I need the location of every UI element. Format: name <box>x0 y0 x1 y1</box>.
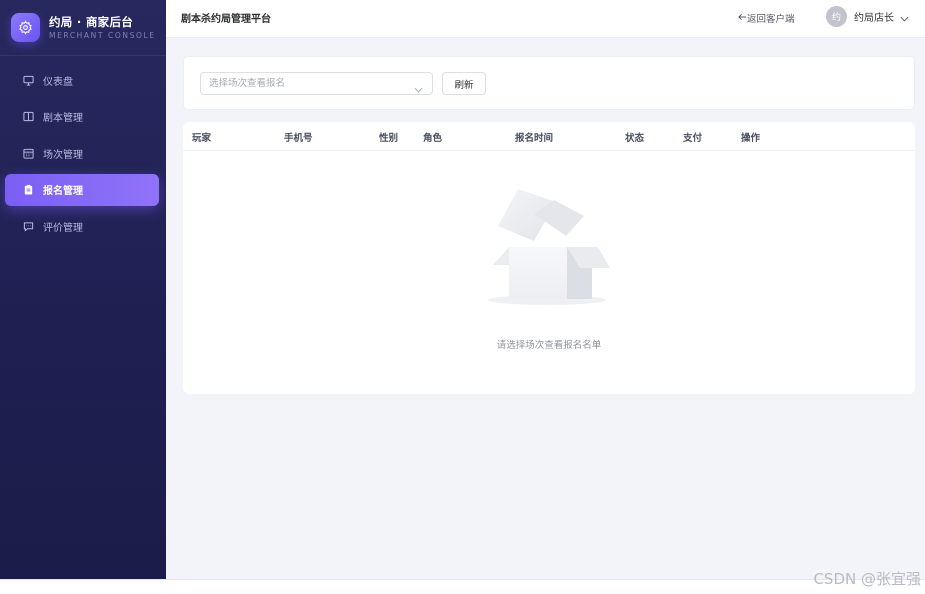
sidebar-item-label: 剧本管理 <box>43 113 83 124</box>
sidebar-item-label: 报名管理 <box>43 186 83 197</box>
avatar: 约 <box>826 6 847 27</box>
column-header-phone: 手机号 <box>284 133 313 144</box>
sidebar-item-label: 场次管理 <box>43 149 83 161</box>
gear-icon <box>11 13 40 42</box>
column-header-payment: 支付 <box>683 133 703 144</box>
session-select-placeholder: 选择场次查看报名 <box>209 78 286 89</box>
calendar-icon <box>22 147 34 159</box>
sidebar: 约局 · 商家后台 MERCHANT CONSOLE 仪表盘 剧本管理 场次管理… <box>0 0 166 579</box>
column-header-status: 状态 <box>625 133 645 144</box>
sidebar-item-dashboard[interactable]: 仪表盘 <box>5 64 159 96</box>
sidebar-nav: 仪表盘 剧本管理 场次管理 报名管理 评价管理 <box>0 64 166 242</box>
arrow-left-icon <box>738 13 747 24</box>
session-select[interactable]: 选择场次查看报名 <box>200 72 433 95</box>
top-header: 剧本杀约局管理平台 返回客户端 约 约局店长 <box>166 0 925 38</box>
column-header-signup-time: 报名时间 <box>515 133 554 144</box>
watermark: CSDN @张宜强 <box>813 570 921 588</box>
book-icon <box>22 111 34 123</box>
chat-icon <box>22 220 34 232</box>
registrations-table: 玩家 手机号 性别 角色 报名时间 状态 支付 操作 请选择场次查看报名名单 <box>183 122 915 394</box>
user-name: 约局店长 <box>854 13 894 24</box>
sidebar-item-sessions[interactable]: 场次管理 <box>5 137 159 169</box>
column-header-actions: 操作 <box>741 133 761 144</box>
filter-card: 选择场次查看报名 刷新 <box>183 56 915 110</box>
column-header-player: 玩家 <box>192 133 212 144</box>
back-link-label: 返回客户端 <box>747 14 795 25</box>
refresh-button[interactable]: 刷新 <box>442 72 486 95</box>
clipboard-icon <box>22 184 34 196</box>
sidebar-item-label: 评价管理 <box>43 222 83 234</box>
monitor-icon <box>22 74 34 86</box>
sidebar-item-registrations[interactable]: 报名管理 <box>5 173 159 206</box>
bottom-strip <box>0 579 925 594</box>
table-header: 玩家 手机号 性别 角色 报名时间 状态 支付 操作 <box>183 122 915 151</box>
brand-subtitle: MERCHANT CONSOLE <box>49 30 156 40</box>
brand: 约局 · 商家后台 MERCHANT CONSOLE <box>0 0 166 56</box>
column-header-role: 角色 <box>423 133 443 144</box>
sidebar-item-reviews[interactable]: 评价管理 <box>5 210 159 242</box>
page-title: 剧本杀约局管理平台 <box>181 14 271 25</box>
sidebar-item-scripts[interactable]: 剧本管理 <box>5 101 159 133</box>
empty-box-illustration <box>486 186 610 314</box>
chevron-down-icon <box>900 7 909 26</box>
brand-title: 约局 · 商家后台 <box>49 14 134 29</box>
back-to-client-link[interactable]: 返回客户端 <box>738 11 795 25</box>
main-content: 选择场次查看报名 刷新 玩家 手机号 性别 角色 报名时间 状态 支付 操作 请… <box>166 38 925 579</box>
user-menu[interactable]: 约 约局店长 <box>826 6 909 27</box>
column-header-gender: 性别 <box>379 133 399 144</box>
sidebar-item-label: 仪表盘 <box>43 76 73 88</box>
empty-state-text: 请选择场次查看报名名单 <box>496 340 602 351</box>
chevron-down-icon <box>414 80 423 101</box>
